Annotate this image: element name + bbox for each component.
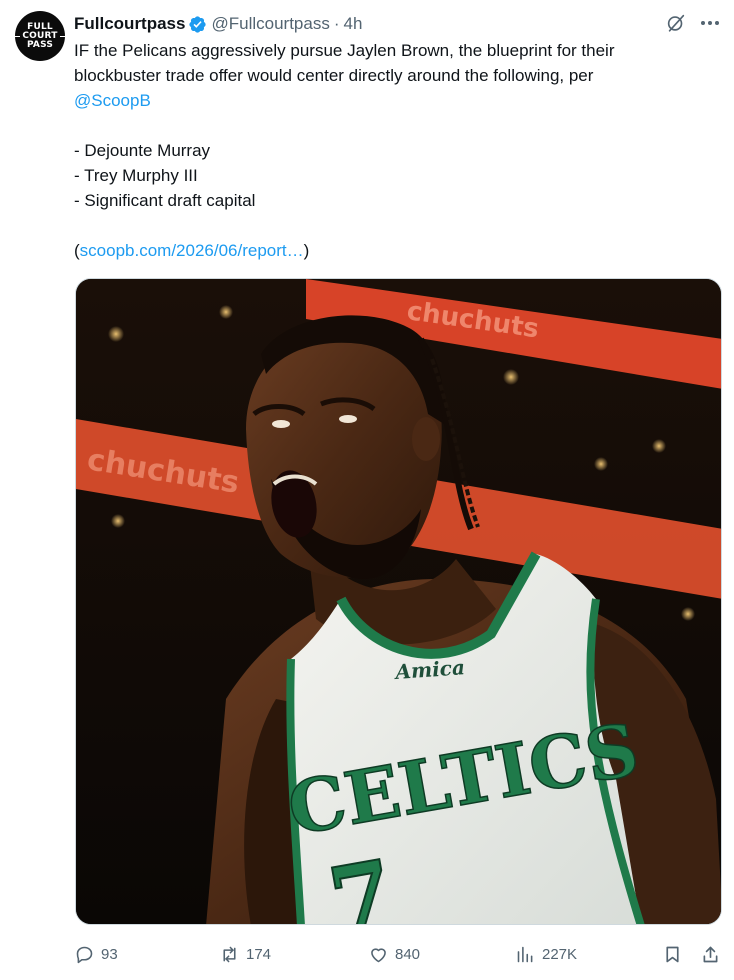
action-bar: 93 174 840 227K [74, 940, 724, 968]
link-paren-close: ) [303, 241, 310, 260]
more-icon[interactable] [698, 12, 722, 34]
article-link[interactable]: scoopb.com/2026/06/report… [80, 241, 304, 260]
bookmark-button[interactable] [662, 940, 689, 968]
avatar-text-court: COURT [14, 30, 66, 41]
views-button[interactable]: 227K [515, 940, 577, 968]
tweet-photo[interactable]: chuchuts chuchuts Amica CELTICS 7 [75, 278, 722, 925]
tweet-text-line: IF the Pelicans aggressively pursue Jayl… [74, 41, 615, 60]
views-icon [517, 946, 533, 962]
tweet-header: Fullcourtpass @Fullcourtpass · 4h [74, 13, 362, 35]
reply-button[interactable]: 93 [74, 940, 118, 968]
link-line: (scoopb.com/2026/06/report…) [74, 238, 714, 263]
avatar-text-pass: PASS [26, 39, 54, 50]
verified-badge-icon [189, 15, 207, 33]
mention-link[interactable]: @ScoopB [74, 88, 714, 113]
list-item: - Significant draft capital [74, 191, 256, 210]
author-handle[interactable]: @Fullcourtpass [211, 14, 329, 34]
tweet-text: IF the Pelicans aggressively pursue Jayl… [74, 38, 714, 263]
like-button[interactable]: 840 [368, 940, 420, 968]
player-photo: chuchuts chuchuts Amica CELTICS 7 [76, 279, 721, 924]
grok-icon[interactable] [665, 12, 687, 34]
bookmark-icon [666, 946, 679, 962]
share-button[interactable] [700, 940, 727, 968]
author-name[interactable]: Fullcourtpass [74, 14, 185, 34]
separator-dot: · [333, 14, 340, 33]
avatar[interactable]: FULL COURT PASS [14, 11, 66, 61]
retweet-button[interactable]: 174 [219, 940, 271, 968]
retweet-count: 174 [246, 945, 272, 963]
retweet-icon [223, 946, 236, 962]
tweet-text-line: blockbuster trade offer would center dir… [74, 66, 594, 85]
list-item: - Dejounte Murray [74, 141, 211, 160]
like-count: 840 [395, 945, 421, 963]
share-icon [703, 946, 718, 962]
timestamp[interactable]: 4h [344, 14, 363, 34]
list-item: - Trey Murphy III [74, 166, 198, 185]
jersey-sponsor: Amica [393, 655, 466, 684]
like-icon [371, 947, 386, 962]
reply-icon [76, 946, 93, 963]
views-count: 227K [542, 945, 578, 963]
reply-count: 93 [101, 945, 118, 963]
